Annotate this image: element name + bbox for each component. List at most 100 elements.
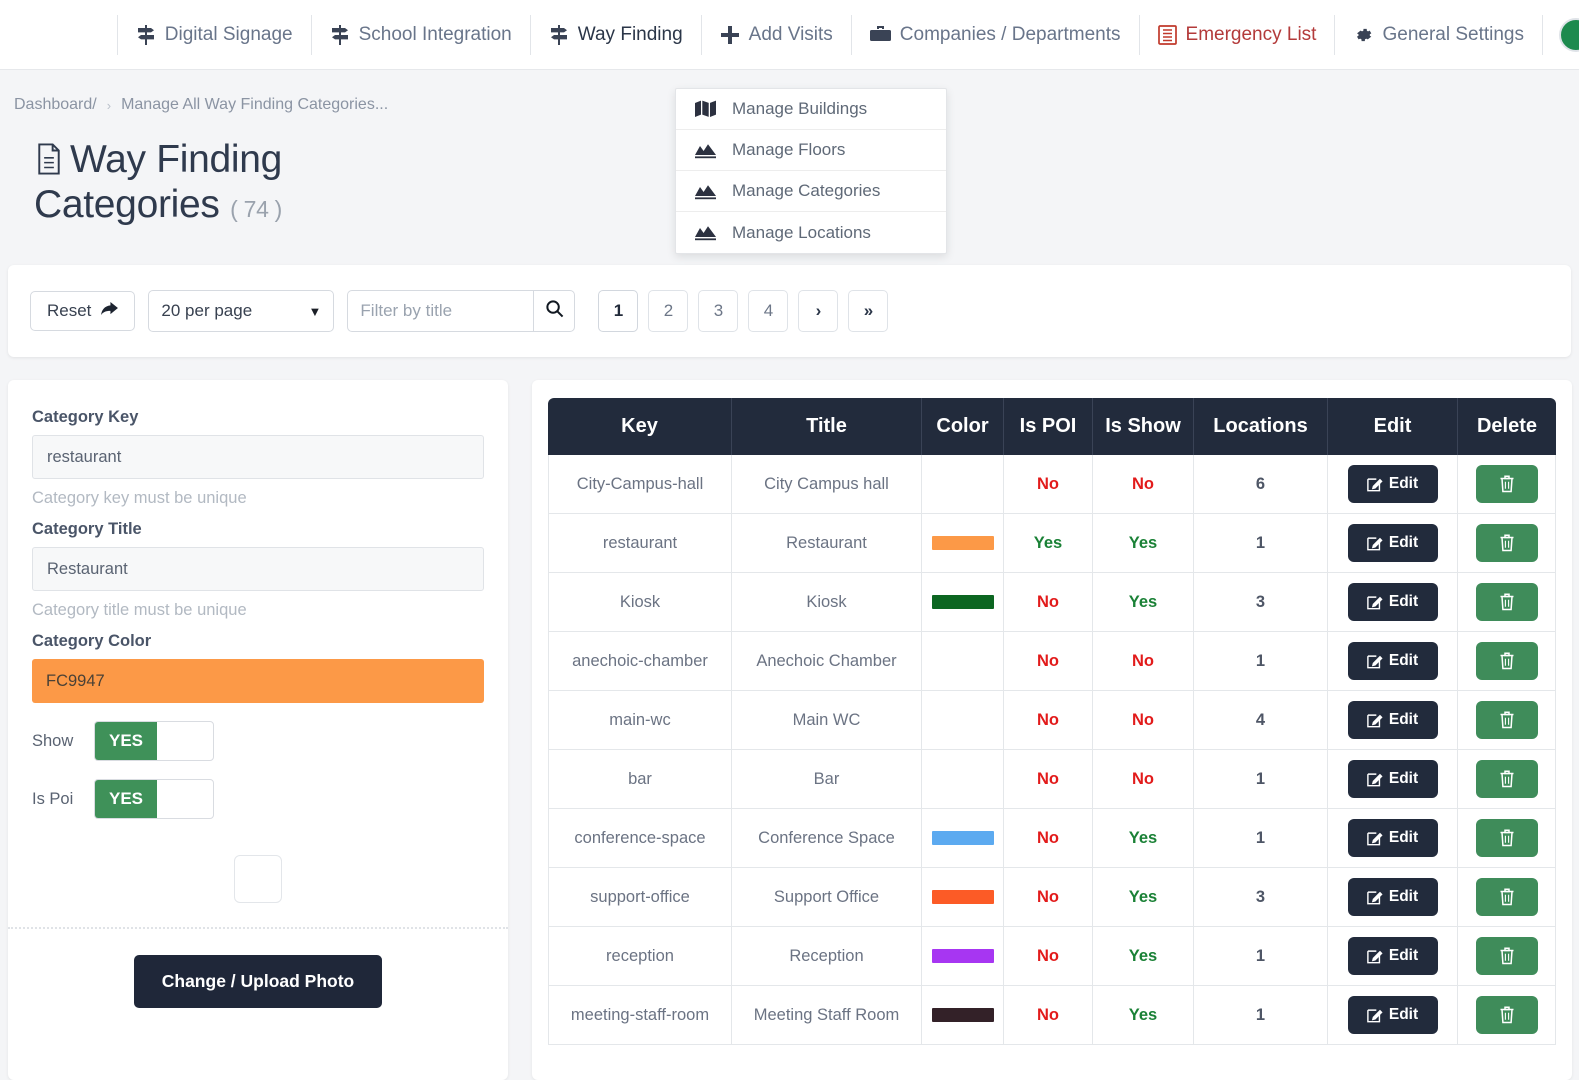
edit-button[interactable]: Edit <box>1348 760 1438 798</box>
delete-button[interactable] <box>1476 819 1538 857</box>
change-upload-photo-button[interactable]: Change / Upload Photo <box>134 955 383 1008</box>
edit-button[interactable]: Edit <box>1348 642 1438 680</box>
cell-is-poi: No <box>1004 750 1093 809</box>
filter-group <box>347 290 575 332</box>
show-toggle[interactable]: YES <box>94 721 214 761</box>
cell-delete <box>1458 986 1556 1045</box>
cell-is-poi: No <box>1004 632 1093 691</box>
dropdown-item-manage-buildings[interactable]: Manage Buildings <box>676 89 946 130</box>
user-avatar-wrapper[interactable] <box>1543 18 1579 52</box>
cell-edit: Edit <box>1328 750 1458 809</box>
edit-button[interactable]: Edit <box>1348 701 1438 739</box>
cell-color <box>922 455 1004 514</box>
reset-button[interactable]: Reset <box>30 291 135 331</box>
page-button-3[interactable]: 3 <box>698 290 738 332</box>
color-swatch <box>932 890 994 904</box>
cell-is-poi: No <box>1004 986 1093 1045</box>
edit-button[interactable]: Edit <box>1348 465 1438 503</box>
nav-item-add-visits[interactable]: Add Visits <box>702 15 852 55</box>
nav-item-way-finding[interactable]: Way Finding <box>531 15 702 55</box>
cell-is-show: Yes <box>1093 868 1194 927</box>
edit-button[interactable]: Edit <box>1348 524 1438 562</box>
nav-item-digital-signage[interactable]: Digital Signage <box>117 15 312 55</box>
nav-item-label: Digital Signage <box>165 24 293 46</box>
cell-delete <box>1458 691 1556 750</box>
cell-locations: 1 <box>1194 632 1328 691</box>
next-page-button[interactable]: › <box>798 290 838 332</box>
category-title-input[interactable] <box>32 547 484 591</box>
cell-is-poi: No <box>1004 691 1093 750</box>
cell-title: City Campus hall <box>732 455 922 514</box>
nav-item-general-settings[interactable]: General Settings <box>1335 15 1543 55</box>
cell-title: Support Office <box>732 868 922 927</box>
cell-key: reception <box>548 927 732 986</box>
cell-delete <box>1458 868 1556 927</box>
cell-key: anechoic-chamber <box>548 632 732 691</box>
column-header-key: Key <box>548 398 732 455</box>
nav-item-school-integration[interactable]: School Integration <box>312 15 531 55</box>
category-color-input[interactable] <box>32 659 484 703</box>
edit-button-label: Edit <box>1389 534 1418 552</box>
nav-item-label: Way Finding <box>578 24 683 46</box>
categories-table: KeyTitleColorIs POIIs ShowLocationsEditD… <box>548 398 1556 1045</box>
breadcrumb-separator-icon: › <box>107 98 111 113</box>
table-body: City-Campus-hallCity Campus hallNoNo6Edi… <box>548 455 1556 1045</box>
trash-icon <box>1499 829 1515 847</box>
cell-edit: Edit <box>1328 868 1458 927</box>
edit-button[interactable]: Edit <box>1348 996 1438 1034</box>
pencil-square-icon <box>1367 948 1383 964</box>
table-row: main-wcMain WCNoNo4Edit <box>548 691 1556 750</box>
dropdown-item-manage-floors[interactable]: Manage Floors <box>676 130 946 171</box>
cell-color <box>922 691 1004 750</box>
delete-button[interactable] <box>1476 878 1538 916</box>
table-row: anechoic-chamberAnechoic ChamberNoNo1Edi… <box>548 632 1556 691</box>
nav-item-emergency-list[interactable]: Emergency List <box>1140 15 1336 55</box>
cell-is-poi: No <box>1004 809 1093 868</box>
page-button-1[interactable]: 1 <box>598 290 638 332</box>
dropdown-item-manage-categories[interactable]: Manage Categories <box>676 171 946 212</box>
edit-button[interactable]: Edit <box>1348 819 1438 857</box>
trash-icon <box>1499 593 1515 611</box>
edit-button[interactable]: Edit <box>1348 583 1438 621</box>
category-key-input[interactable] <box>32 435 484 479</box>
category-form-panel: Category Key Category key must be unique… <box>8 380 508 1080</box>
avatar[interactable] <box>1559 18 1579 52</box>
category-key-hint: Category key must be unique <box>32 489 484 508</box>
page-button-4[interactable]: 4 <box>748 290 788 332</box>
nav-item-companies-departments[interactable]: Companies / Departments <box>852 15 1140 55</box>
breadcrumb-root[interactable]: Dashboard/ <box>14 96 97 114</box>
edit-button[interactable]: Edit <box>1348 937 1438 975</box>
last-page-button[interactable]: » <box>848 290 888 332</box>
delete-button[interactable] <box>1476 760 1538 798</box>
dropdown-item-manage-locations[interactable]: Manage Locations <box>676 212 946 253</box>
cell-color <box>922 573 1004 632</box>
cell-edit: Edit <box>1328 573 1458 632</box>
pencil-square-icon <box>1367 771 1383 787</box>
chart-area-icon <box>694 142 716 159</box>
cell-title: Kiosk <box>732 573 922 632</box>
cell-locations: 1 <box>1194 927 1328 986</box>
signpost-icon <box>549 24 569 46</box>
per-page-select[interactable]: 20 per page ▼ <box>148 290 334 332</box>
delete-button[interactable] <box>1476 996 1538 1034</box>
is-poi-toggle[interactable]: YES <box>94 779 214 819</box>
edit-button[interactable]: Edit <box>1348 878 1438 916</box>
search-button[interactable] <box>533 290 575 332</box>
page-button-2[interactable]: 2 <box>648 290 688 332</box>
trash-icon <box>1499 770 1515 788</box>
search-input[interactable] <box>347 290 533 332</box>
dropdown-item-label: Manage Locations <box>732 223 871 243</box>
cell-locations: 1 <box>1194 750 1328 809</box>
cell-title: Reception <box>732 927 922 986</box>
delete-button[interactable] <box>1476 465 1538 503</box>
delete-button[interactable] <box>1476 642 1538 680</box>
color-swatch <box>932 536 994 550</box>
delete-button[interactable] <box>1476 937 1538 975</box>
delete-button[interactable] <box>1476 583 1538 621</box>
categories-table-panel: KeyTitleColorIs POIIs ShowLocationsEditD… <box>532 380 1572 1080</box>
cell-is-poi: No <box>1004 868 1093 927</box>
delete-button[interactable] <box>1476 524 1538 562</box>
briefcase-icon <box>870 25 891 44</box>
photo-preview[interactable] <box>234 855 282 903</box>
delete-button[interactable] <box>1476 701 1538 739</box>
